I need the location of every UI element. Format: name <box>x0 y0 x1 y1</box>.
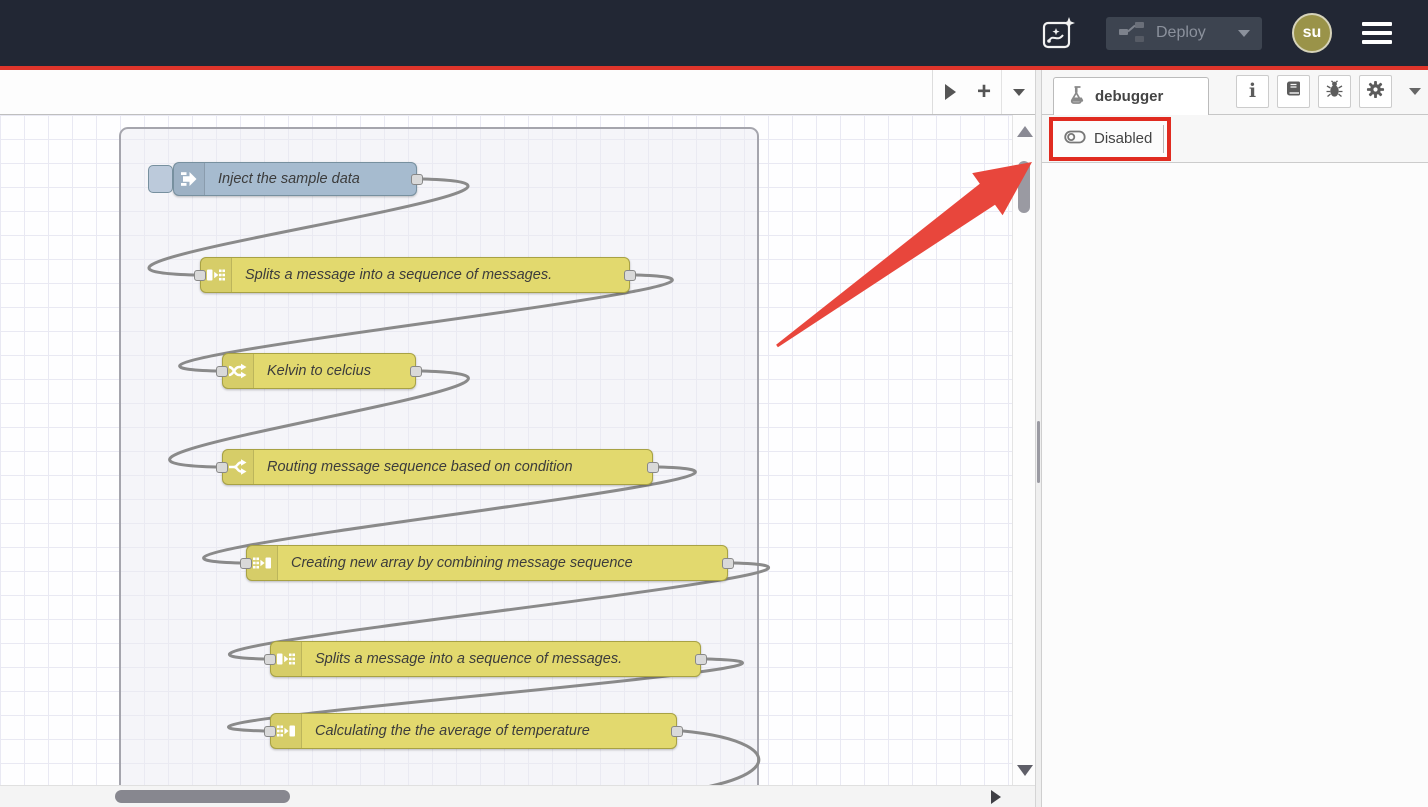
info-button[interactable]: i <box>1236 75 1269 108</box>
node-label: Creating new array by combining message … <box>278 546 647 580</box>
info-icon: i <box>1249 82 1256 102</box>
node-label: Splits a message into a sequence of mess… <box>232 258 566 292</box>
node-label: Kelvin to celcius <box>254 354 385 388</box>
chevron-down-icon <box>1409 88 1421 95</box>
scroll-tabs-right-button[interactable] <box>933 70 967 114</box>
input-port[interactable] <box>264 654 276 665</box>
book-icon <box>1284 80 1303 104</box>
output-port[interactable] <box>411 174 423 185</box>
inject-icon <box>174 163 205 195</box>
node-label: Splits a message into a sequence of mess… <box>302 642 636 676</box>
output-port[interactable] <box>624 270 636 281</box>
ai-assistant-icon[interactable] <box>1042 15 1076 51</box>
flow-list-button[interactable] <box>1001 70 1035 114</box>
deploy-label: Deploy <box>1156 24 1228 42</box>
node-label: Calculating the the average of temperatu… <box>302 714 604 748</box>
scroll-up-arrow[interactable] <box>1017 126 1033 137</box>
flow-node-change1[interactable]: Kelvin to celcius <box>222 353 416 389</box>
flow-node-inject[interactable]: Inject the sample data <box>173 162 417 196</box>
scroll-right-arrow[interactable] <box>991 790 1001 804</box>
input-port[interactable] <box>240 558 252 569</box>
flow-node-join2[interactable]: Calculating the the average of temperatu… <box>270 713 677 749</box>
annotation-highlight: Disabled <box>1049 117 1171 161</box>
debug-disabled-toggle[interactable]: Disabled <box>1053 122 1163 156</box>
bug-icon <box>1325 80 1344 104</box>
chevron-down-icon <box>1013 89 1025 96</box>
sidebar-toolbar: debugger i <box>1042 70 1428 115</box>
sidebar-menu-button[interactable] <box>1402 88 1428 114</box>
output-port[interactable] <box>722 558 734 569</box>
debug-messages-panel <box>1042 163 1428 807</box>
tab-debugger[interactable]: debugger <box>1053 77 1209 115</box>
flow-node-split2[interactable]: Splits a message into a sequence of mess… <box>270 641 701 677</box>
node-red-editor: Deploy su + <box>0 0 1428 807</box>
inject-trigger-button[interactable] <box>148 165 173 193</box>
gear-button[interactable] <box>1359 75 1392 108</box>
output-port[interactable] <box>671 726 683 737</box>
toolbar-separator <box>1163 125 1164 153</box>
output-port[interactable] <box>410 366 422 377</box>
plus-icon: + <box>977 82 991 102</box>
flask-icon <box>1069 86 1086 108</box>
avatar-initials: su <box>1303 24 1322 42</box>
flow-node-split1[interactable]: Splits a message into a sequence of mess… <box>200 257 630 293</box>
scroll-right-icon <box>945 84 956 100</box>
node-label: Inject the sample data <box>205 163 374 195</box>
splitter-gripper[interactable] <box>1037 421 1040 483</box>
workspace: + Inject the sample data Splits a message… <box>0 70 1428 807</box>
book-button[interactable] <box>1277 75 1310 108</box>
node-label: Routing message sequence based on condit… <box>254 450 587 484</box>
flow-tabbar: + <box>0 70 1035 115</box>
sidebar: debugger i Disabled <box>1042 70 1428 807</box>
disabled-label: Disabled <box>1094 130 1152 147</box>
main-menu-icon[interactable] <box>1362 22 1392 44</box>
add-flow-button[interactable]: + <box>967 70 1001 114</box>
horizontal-scrollbar <box>0 785 1035 807</box>
flow-node-switch1[interactable]: Routing message sequence based on condit… <box>222 449 653 485</box>
tab-controls: + <box>932 70 1035 114</box>
vertical-scroll-thumb[interactable] <box>1018 161 1030 213</box>
input-port[interactable] <box>264 726 276 737</box>
deploy-icon <box>1118 20 1146 47</box>
debug-toolbar: Disabled <box>1042 115 1428 163</box>
flow-canvas[interactable]: Inject the sample data Splits a message i… <box>0 115 1035 785</box>
user-avatar[interactable]: su <box>1292 13 1332 53</box>
toggle-off-icon <box>1064 127 1086 151</box>
input-port[interactable] <box>216 462 228 473</box>
vertical-scrollbar <box>1012 115 1035 785</box>
deploy-dropdown-icon[interactable] <box>1238 30 1250 37</box>
bug-button[interactable] <box>1318 75 1351 108</box>
header-bar: Deploy su <box>0 0 1428 66</box>
deploy-button[interactable]: Deploy <box>1106 17 1262 50</box>
scroll-down-arrow[interactable] <box>1017 765 1033 776</box>
flow-node-join1[interactable]: Creating new array by combining message … <box>246 545 728 581</box>
gear-icon <box>1366 80 1385 104</box>
canvas-column: + Inject the sample data Splits a message… <box>0 70 1035 807</box>
input-port[interactable] <box>216 366 228 377</box>
sidebar-splitter[interactable] <box>1035 70 1042 807</box>
output-port[interactable] <box>647 462 659 473</box>
sidebar-icon-buttons: i <box>1236 75 1402 114</box>
horizontal-scroll-thumb[interactable] <box>115 790 290 803</box>
sidebar-tab-label: debugger <box>1095 88 1163 105</box>
input-port[interactable] <box>194 270 206 281</box>
output-port[interactable] <box>695 654 707 665</box>
